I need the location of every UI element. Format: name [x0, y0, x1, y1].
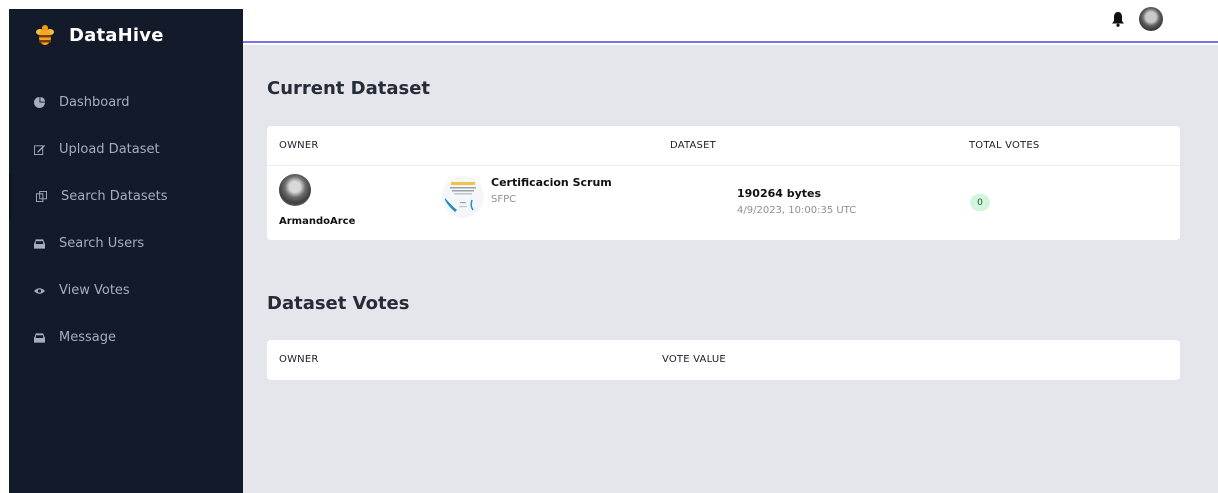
- dataset-size: 190264 bytes: [737, 187, 822, 200]
- sidebar-item-label: Search Datasets: [61, 189, 168, 204]
- inbox-icon: [33, 332, 45, 344]
- current-dataset-table: OWNER DATASET TOTAL VOTES ArmandoArce Ce…: [267, 126, 1180, 240]
- sidebar-item-view-votes[interactable]: View Votes: [9, 267, 243, 314]
- total-votes-badge: 0: [970, 194, 990, 211]
- sidebar-item-label: Dashboard: [59, 95, 130, 110]
- user-avatar[interactable]: [1139, 7, 1163, 31]
- table-row: ArmandoArce Certificacion Scrum SFPC 190…: [267, 166, 1180, 239]
- column-header-dataset: DATASET: [670, 140, 716, 151]
- sidebar-item-dashboard[interactable]: Dashboard: [9, 79, 243, 126]
- eye-icon: [33, 285, 45, 297]
- inbox-icon: [33, 238, 45, 250]
- dataset-votes-title: Dataset Votes: [267, 293, 410, 314]
- copy-icon: [35, 191, 47, 203]
- owner-avatar[interactable]: [279, 174, 311, 206]
- pie-chart-icon: [33, 97, 45, 109]
- sidebar-item-upload-dataset[interactable]: Upload Dataset: [9, 126, 243, 173]
- sidebar-item-search-datasets[interactable]: Search Datasets: [9, 173, 243, 220]
- column-header-owner: OWNER: [279, 140, 319, 151]
- dataset-timestamp: 4/9/2023, 10:00:35 UTC: [737, 205, 857, 216]
- sidebar-item-label: View Votes: [59, 283, 130, 298]
- sidebar-item-label: Upload Dataset: [59, 142, 160, 157]
- sidebar-item-label: Search Users: [59, 236, 145, 251]
- sidebar-nav: Dashboard Upload Dataset Search Datasets…: [9, 79, 243, 361]
- bee-logo-icon: [36, 25, 54, 45]
- table-header: OWNER DATASET TOTAL VOTES: [267, 126, 1180, 166]
- current-dataset-title: Current Dataset: [267, 78, 431, 99]
- sidebar-item-label: Message: [59, 330, 116, 345]
- bell-icon[interactable]: [1111, 11, 1125, 27]
- owner-name[interactable]: ArmandoArce: [279, 216, 355, 227]
- sidebar-item-search-users[interactable]: Search Users: [9, 220, 243, 267]
- column-header-owner: OWNER: [279, 354, 319, 365]
- dataset-name[interactable]: Certificacion Scrum: [491, 176, 612, 189]
- brand-name: DataHive: [69, 24, 164, 46]
- main-content: Current Dataset OWNER DATASET TOTAL VOTE…: [243, 45, 1218, 493]
- dataset-votes-table: OWNER VOTE VALUE: [267, 340, 1180, 380]
- sidebar-item-message[interactable]: Message: [9, 314, 243, 361]
- column-header-total-votes: TOTAL VOTES: [969, 140, 1040, 151]
- sidebar: DataHive Dashboard Upload Dataset Search…: [9, 9, 243, 493]
- dataset-subtitle: SFPC: [491, 194, 517, 205]
- topbar: [243, 0, 1218, 43]
- brand[interactable]: DataHive: [34, 23, 164, 47]
- edit-icon: [33, 144, 45, 156]
- column-header-vote-value: VOTE VALUE: [662, 354, 726, 365]
- dataset-thumbnail[interactable]: [442, 176, 484, 218]
- table-header: OWNER VOTE VALUE: [267, 340, 1180, 380]
